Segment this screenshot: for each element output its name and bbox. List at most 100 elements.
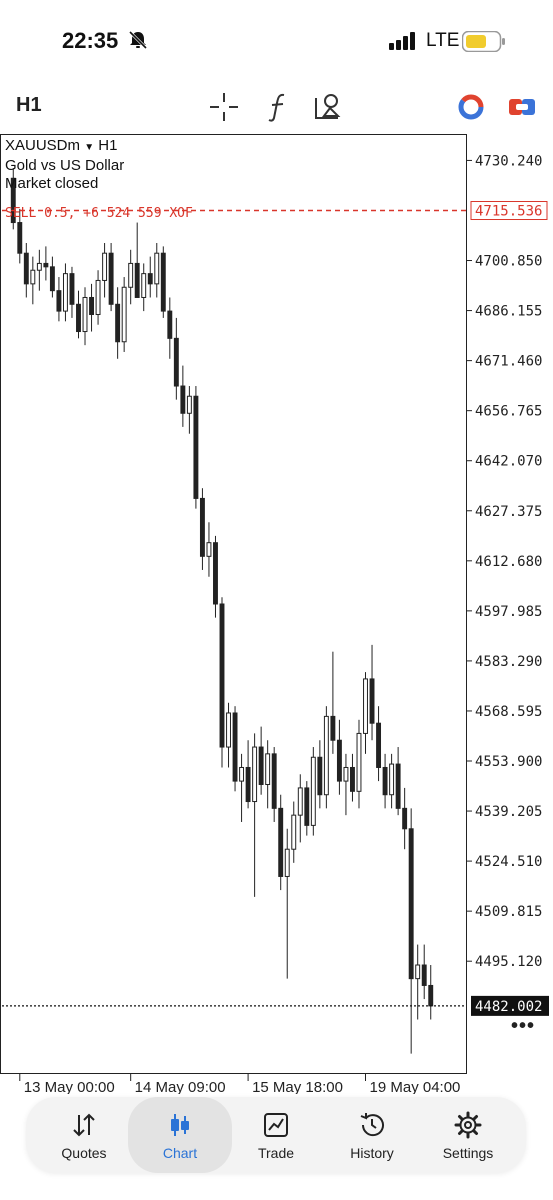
candle-body xyxy=(206,542,212,557)
symbol-name: XAUUSDm xyxy=(5,137,81,154)
objects-icon[interactable] xyxy=(312,90,346,124)
y-tick-label: 4539.205 xyxy=(475,804,542,820)
candle-body xyxy=(330,715,336,741)
candle-body xyxy=(43,262,49,268)
timeframe-button[interactable]: H1 xyxy=(16,94,42,117)
candle-body xyxy=(134,262,140,298)
candle-body xyxy=(415,964,421,980)
candle-body xyxy=(56,290,62,312)
one-click-trading-icon[interactable] xyxy=(454,90,488,124)
tab-quotes[interactable]: Quotes xyxy=(36,1097,132,1173)
y-tick-label: 4642.070 xyxy=(475,454,542,470)
tab-trade[interactable]: Trade xyxy=(228,1097,324,1173)
gear-icon xyxy=(454,1111,482,1139)
candle-body xyxy=(213,542,218,605)
candle-body xyxy=(343,766,349,782)
current-price-label: 4482.002 xyxy=(475,999,542,1015)
symbol-header[interactable]: XAUUSDm ▼ H1 xyxy=(5,137,117,154)
tab-history[interactable]: History xyxy=(324,1097,420,1173)
tab-chart[interactable]: Chart xyxy=(128,1097,232,1173)
candle-body xyxy=(219,603,225,748)
candle-body xyxy=(173,337,179,387)
dropdown-caret-icon: ▼ xyxy=(84,142,95,153)
indicators-icon[interactable] xyxy=(262,90,296,124)
bottom-tab-bar: Quotes Chart Trade History Settings xyxy=(26,1097,526,1173)
candle-body xyxy=(167,310,173,339)
candle-body xyxy=(199,497,205,557)
candle-body xyxy=(36,262,42,271)
candle-body xyxy=(232,712,238,782)
y-tick-label: 4568.595 xyxy=(475,704,542,720)
candle-body xyxy=(128,262,134,288)
tab-settings[interactable]: Settings xyxy=(420,1097,516,1173)
candlestick-icon xyxy=(171,1114,189,1136)
candle-body xyxy=(30,269,36,285)
candle-body xyxy=(376,722,382,768)
candle-body xyxy=(226,712,231,748)
candle-body xyxy=(258,746,264,786)
symbol-timeframe: H1 xyxy=(98,137,118,154)
candle-body xyxy=(304,787,310,826)
candle-body xyxy=(428,984,434,1007)
candle-body xyxy=(356,732,362,792)
history-clock-icon xyxy=(360,1113,384,1137)
tab-label: Trade xyxy=(257,1145,295,1161)
x-tick-label: 15 May 18:00 xyxy=(252,1079,343,1094)
tab-label: Quotes xyxy=(61,1145,107,1161)
order-price-label: 4715.536 xyxy=(475,204,542,220)
y-tick-label: 4495.120 xyxy=(475,954,542,970)
y-tick-label: 4524.510 xyxy=(475,854,542,870)
y-tick-label: 4700.850 xyxy=(475,254,542,270)
candle-body xyxy=(154,252,160,285)
signal-bars-icon xyxy=(389,32,415,50)
candle-body xyxy=(62,273,68,312)
candle-body xyxy=(252,746,258,803)
candle-body xyxy=(395,763,401,809)
candle-body xyxy=(82,296,88,333)
candle-body xyxy=(180,385,186,414)
candle-body xyxy=(291,814,297,850)
candle-body xyxy=(193,395,199,499)
y-tick-label: 4553.900 xyxy=(475,754,542,770)
order-label[interactable]: SELL 0.5, +6 524 559 XOF xyxy=(5,206,193,221)
tab-label: Chart xyxy=(162,1145,198,1161)
candle-body xyxy=(382,766,388,796)
candle-body xyxy=(310,756,316,826)
candle-body xyxy=(350,766,355,792)
candle-body xyxy=(421,964,427,986)
candle-body xyxy=(121,286,127,343)
candle-body xyxy=(245,766,251,803)
y-tick-label: 4686.155 xyxy=(475,304,542,320)
candlestick-chart: 4730.240 4700.850 4686.155 4671.460 4656.765… xyxy=(2,153,549,1094)
candle-body xyxy=(284,848,290,877)
candle-body xyxy=(389,763,395,796)
candle-body xyxy=(147,273,153,285)
more-menu-button[interactable]: ••• xyxy=(511,1015,535,1038)
y-tick-label: 4671.460 xyxy=(475,354,542,370)
x-tick-label: 14 May 09:00 xyxy=(135,1079,226,1094)
candle-body xyxy=(69,273,75,305)
trade-chart-icon xyxy=(264,1113,288,1137)
candle-body xyxy=(115,303,121,343)
x-tick-label: 13 May 00:00 xyxy=(24,1079,115,1094)
y-tick-label: 4730.240 xyxy=(475,153,542,169)
status-time: 22:35 xyxy=(62,28,119,53)
new-order-icon[interactable] xyxy=(505,90,539,124)
bell-muted-icon xyxy=(128,30,148,50)
x-tick-label: 19 May 04:00 xyxy=(370,1079,461,1094)
candle-body xyxy=(408,828,414,980)
y-tick-label: 4612.680 xyxy=(475,554,542,570)
battery-icon xyxy=(462,31,505,52)
candle-body xyxy=(297,787,303,816)
candle-body xyxy=(271,753,277,809)
candle-body xyxy=(265,753,271,786)
y-tick-label: 4656.765 xyxy=(475,404,542,420)
candle-body xyxy=(336,739,342,782)
candle-body xyxy=(17,222,23,254)
tab-label: Settings xyxy=(442,1145,494,1161)
candle-body xyxy=(160,252,166,312)
candle-body xyxy=(89,296,94,316)
candle-body xyxy=(369,678,375,724)
crosshair-icon[interactable] xyxy=(207,90,241,124)
carrier-label: LTE xyxy=(426,30,460,51)
